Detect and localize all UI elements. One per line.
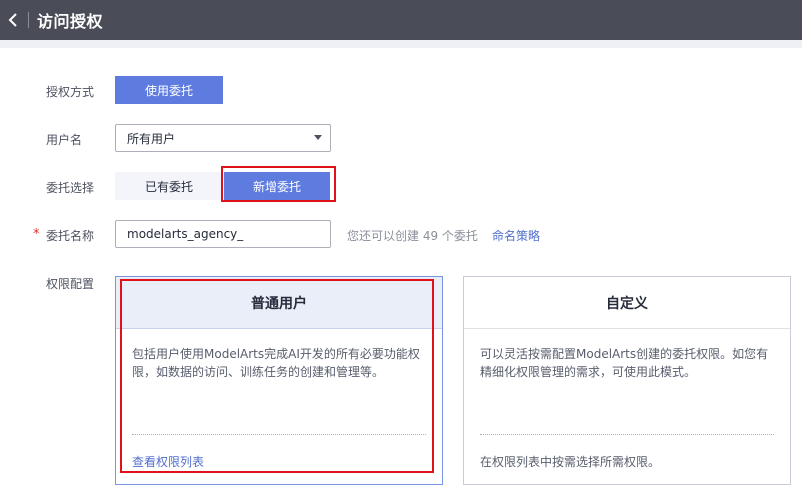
permission-label: 权限配置 — [46, 277, 95, 291]
user-select-value: 所有用户 — [127, 131, 176, 146]
user-select[interactable]: 所有用户 — [115, 124, 331, 152]
caret-down-icon — [314, 135, 322, 140]
auth-method-label: 授权方式 — [46, 85, 95, 99]
dotted-divider — [480, 434, 774, 435]
chevron-left-icon — [8, 13, 17, 27]
use-agency-button[interactable]: 使用委托 — [115, 76, 223, 104]
highlight-box — [221, 166, 336, 202]
agency-name-input[interactable]: modelarts_agency_ — [115, 220, 331, 248]
custom-card[interactable]: 自定义 可以灵活按需配置ModelArts创建的委托权限。如您有精细化权限管理的… — [463, 276, 791, 485]
back-button[interactable] — [0, 0, 28, 40]
card-description: 可以灵活按需配置ModelArts创建的委托权限。如您有精细化权限管理的需求，可… — [480, 347, 769, 379]
agency-name-label: 委托名称 — [46, 229, 95, 243]
header-shadow — [0, 40, 802, 48]
title-divider — [28, 12, 29, 28]
required-mark: * — [33, 227, 40, 242]
naming-policy-link[interactable]: 命名策略 — [492, 227, 540, 244]
agency-quota-hint: 您还可以创建 49 个委托 — [347, 229, 478, 243]
agency-choice-label: 委托选择 — [46, 181, 95, 195]
card-title: 自定义 — [464, 277, 790, 329]
page-title: 访问授权 — [37, 12, 104, 31]
card-footer-text: 在权限列表中按需选择所需权限。 — [480, 455, 661, 469]
agency-name-value: modelarts_agency_ — [127, 227, 244, 241]
highlight-box — [120, 279, 434, 473]
top-bar: 访问授权 — [0, 0, 802, 40]
existing-agency-option[interactable]: 已有委托 — [115, 172, 223, 200]
user-label: 用户名 — [46, 133, 83, 147]
